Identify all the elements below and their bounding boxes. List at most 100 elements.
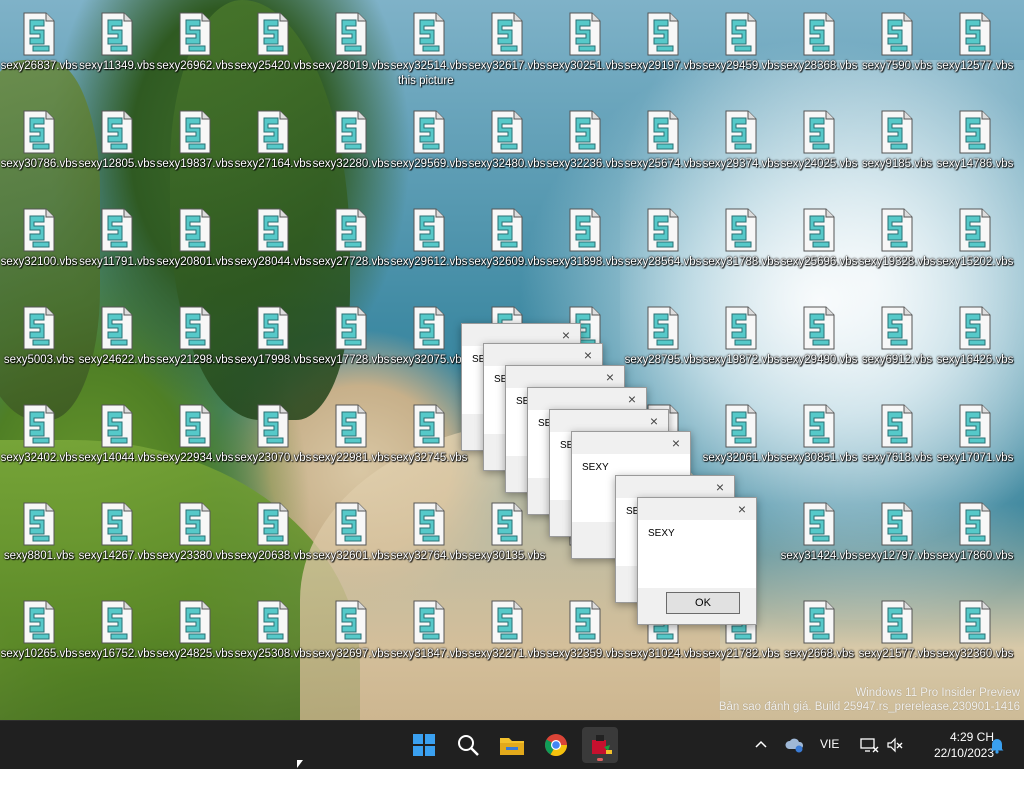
close-icon[interactable]: ×: [710, 478, 730, 496]
network-tray-button[interactable]: [859, 735, 879, 755]
desktop[interactable]: sexy26837.vbs sexy11349.vbs sexy26962.vbs s…: [0, 0, 1024, 720]
desktop-icon-vbs-file[interactable]: sexy29459.vbs: [702, 6, 780, 96]
desktop-icon-vbs-file[interactable]: sexy11349.vbs: [78, 6, 156, 96]
desktop-icon-vbs-file[interactable]: sexy12577.vbs: [936, 6, 1014, 96]
close-icon[interactable]: ×: [644, 412, 664, 430]
desktop-icon-vbs-file[interactable]: sexy24825.vbs: [156, 594, 234, 684]
desktop-icon-vbs-file[interactable]: sexy29374.vbs: [702, 104, 780, 194]
desktop-icon-vbs-file[interactable]: sexy21298.vbs: [156, 300, 234, 390]
desktop-icon-vbs-file[interactable]: sexy32271.vbs: [468, 594, 546, 684]
search-button[interactable]: [450, 727, 486, 763]
desktop-icon-vbs-file[interactable]: sexy28795.vbs: [624, 300, 702, 390]
desktop-icon-vbs-file[interactable]: sexy26837.vbs: [0, 6, 78, 96]
desktop-icon-vbs-file[interactable]: sexy19872.vbs: [702, 300, 780, 390]
desktop-icon-vbs-file[interactable]: sexy14267.vbs: [78, 496, 156, 586]
volume-tray-button[interactable]: [885, 735, 905, 755]
show-hidden-icons-button[interactable]: [752, 736, 770, 754]
desktop-icon-vbs-file[interactable]: sexy30786.vbs: [0, 104, 78, 194]
desktop-icon-vbs-file[interactable]: sexy6912.vbs: [858, 300, 936, 390]
desktop-icon-vbs-file[interactable]: sexy31424.vbs: [780, 496, 858, 586]
desktop-icon-vbs-file[interactable]: sexy32609.vbs: [468, 202, 546, 292]
desktop-icon-vbs-file[interactable]: sexy31847.vbs: [390, 594, 468, 684]
close-icon[interactable]: ×: [666, 434, 686, 452]
desktop-icon-vbs-file[interactable]: sexy28564.vbs: [624, 202, 702, 292]
close-icon[interactable]: ×: [622, 390, 642, 408]
desktop-icon-vbs-file[interactable]: sexy32236.vbs: [546, 104, 624, 194]
desktop-icon-vbs-file[interactable]: sexy22981.vbs: [312, 398, 390, 488]
desktop-icon-vbs-file[interactable]: sexy32745.vbs: [390, 398, 468, 488]
desktop-icon-vbs-file[interactable]: sexy32617.vbs: [468, 6, 546, 96]
clock[interactable]: 4:29 CH 22/10/2023: [934, 729, 994, 761]
desktop-icon-vbs-file[interactable]: sexy7618.vbs: [858, 398, 936, 488]
close-icon[interactable]: ×: [600, 368, 620, 386]
desktop-icon-vbs-file[interactable]: sexy17728.vbs: [312, 300, 390, 390]
desktop-icon-vbs-file[interactable]: sexy30851.vbs: [780, 398, 858, 488]
desktop-icon-vbs-file[interactable]: sexy5003.vbs: [0, 300, 78, 390]
desktop-icon-vbs-file[interactable]: sexy26962.vbs: [156, 6, 234, 96]
desktop-icon-vbs-file[interactable]: sexy23070.vbs: [234, 398, 312, 488]
start-button[interactable]: [406, 727, 442, 763]
desktop-icon-vbs-file[interactable]: sexy32100.vbs: [0, 202, 78, 292]
desktop-icon-vbs-file[interactable]: sexy32764.vbs: [390, 496, 468, 586]
desktop-icon-vbs-file[interactable]: sexy22934.vbs: [156, 398, 234, 488]
desktop-icon-vbs-file[interactable]: sexy28368.vbs: [780, 6, 858, 96]
desktop-icon-vbs-file[interactable]: sexy19837.vbs: [156, 104, 234, 194]
desktop-icon-vbs-file[interactable]: sexy32402.vbs: [0, 398, 78, 488]
desktop-icon-vbs-file[interactable]: sexy29490.vbs: [780, 300, 858, 390]
desktop-icon-vbs-file[interactable]: sexy29612.vbs: [390, 202, 468, 292]
desktop-icon-vbs-file[interactable]: sexy20801.vbs: [156, 202, 234, 292]
desktop-icon-vbs-file[interactable]: sexy12805.vbs: [78, 104, 156, 194]
chrome-button[interactable]: [538, 727, 574, 763]
desktop-icon-vbs-file[interactable]: sexy16426.vbs: [936, 300, 1014, 390]
desktop-icon-vbs-file[interactable]: sexy28019.vbs: [312, 6, 390, 96]
desktop-icon-vbs-file[interactable]: sexy27164.vbs: [234, 104, 312, 194]
close-icon[interactable]: ×: [556, 326, 576, 344]
desktop-icon-vbs-file[interactable]: sexy10265.vbs: [0, 594, 78, 684]
desktop-icon-vbs-file[interactable]: sexy32359.vbs: [546, 594, 624, 684]
desktop-icon-vbs-file[interactable]: sexy25696.vbs: [780, 202, 858, 292]
desktop-icon-vbs-file[interactable]: sexy32480.vbs: [468, 104, 546, 194]
desktop-icon-vbs-file[interactable]: sexy15202.vbs: [936, 202, 1014, 292]
close-icon[interactable]: ×: [732, 500, 752, 518]
desktop-icon-vbs-file[interactable]: sexy32697.vbs: [312, 594, 390, 684]
notifications-button[interactable]: [987, 735, 1007, 755]
desktop-icon-vbs-file[interactable]: sexy29197.vbs: [624, 6, 702, 96]
desktop-icon-vbs-file[interactable]: sexy31898.vbs: [546, 202, 624, 292]
close-icon[interactable]: ×: [578, 346, 598, 364]
desktop-icon-vbs-file[interactable]: sexy7590.vbs: [858, 6, 936, 96]
desktop-icon-vbs-file[interactable]: sexy25308.vbs: [234, 594, 312, 684]
desktop-icon-vbs-file[interactable]: sexy17998.vbs: [234, 300, 312, 390]
ok-button[interactable]: OK: [666, 592, 740, 614]
desktop-icon-vbs-file[interactable]: sexy27728.vbs: [312, 202, 390, 292]
desktop-icon-vbs-file[interactable]: sexy16752.vbs: [78, 594, 156, 684]
desktop-icon-vbs-file[interactable]: sexy32280.vbs: [312, 104, 390, 194]
onedrive-tray-button[interactable]: [785, 735, 805, 755]
desktop-icon-vbs-file[interactable]: sexy9185.vbs: [858, 104, 936, 194]
desktop-icon-vbs-file[interactable]: sexy19328.vbs: [858, 202, 936, 292]
desktop-icon-vbs-file[interactable]: sexy24622.vbs: [78, 300, 156, 390]
desktop-icon-vbs-file[interactable]: sexy21577.vbs: [858, 594, 936, 684]
script-host-button[interactable]: [582, 727, 618, 763]
desktop-icon-vbs-file[interactable]: sexy8801.vbs: [0, 496, 78, 586]
desktop-icon-vbs-file[interactable]: sexy20638.vbs: [234, 496, 312, 586]
desktop-icon-vbs-file[interactable]: sexy28044.vbs: [234, 202, 312, 292]
desktop-icon-vbs-file[interactable]: sexy31788.vbs: [702, 202, 780, 292]
desktop-icon-vbs-file[interactable]: sexy29569.vbs: [390, 104, 468, 194]
desktop-icon-vbs-file[interactable]: sexy14786.vbs: [936, 104, 1014, 194]
desktop-icon-vbs-file[interactable]: sexy32601.vbs: [312, 496, 390, 586]
file-explorer-button[interactable]: [494, 727, 530, 763]
desktop-icon-vbs-file[interactable]: sexy12797.vbs: [858, 496, 936, 586]
desktop-icon-vbs-file[interactable]: sexy24025.vbs: [780, 104, 858, 194]
desktop-icon-vbs-file[interactable]: sexy25420.vbs: [234, 6, 312, 96]
desktop-icon-vbs-file[interactable]: sexy25674.vbs: [624, 104, 702, 194]
desktop-icon-vbs-file[interactable]: sexy30251.vbs: [546, 6, 624, 96]
language-indicator[interactable]: VIE: [820, 737, 839, 785]
desktop-icon-vbs-file[interactable]: sexy2668.vbs: [780, 594, 858, 684]
desktop-icon-vbs-file[interactable]: sexy23380.vbs: [156, 496, 234, 586]
desktop-icon-vbs-file[interactable]: sexy14044.vbs: [78, 398, 156, 488]
desktop-icon-vbs-file[interactable]: sexy17860.vbs: [936, 496, 1014, 586]
desktop-icon-vbs-file[interactable]: sexy17071.vbs: [936, 398, 1014, 488]
desktop-icon-vbs-file[interactable]: sexy32360.vbs: [936, 594, 1014, 684]
sexy-message-box[interactable]: SEXY × OK: [637, 497, 757, 625]
desktop-icon-vbs-file[interactable]: sexy11791.vbs: [78, 202, 156, 292]
